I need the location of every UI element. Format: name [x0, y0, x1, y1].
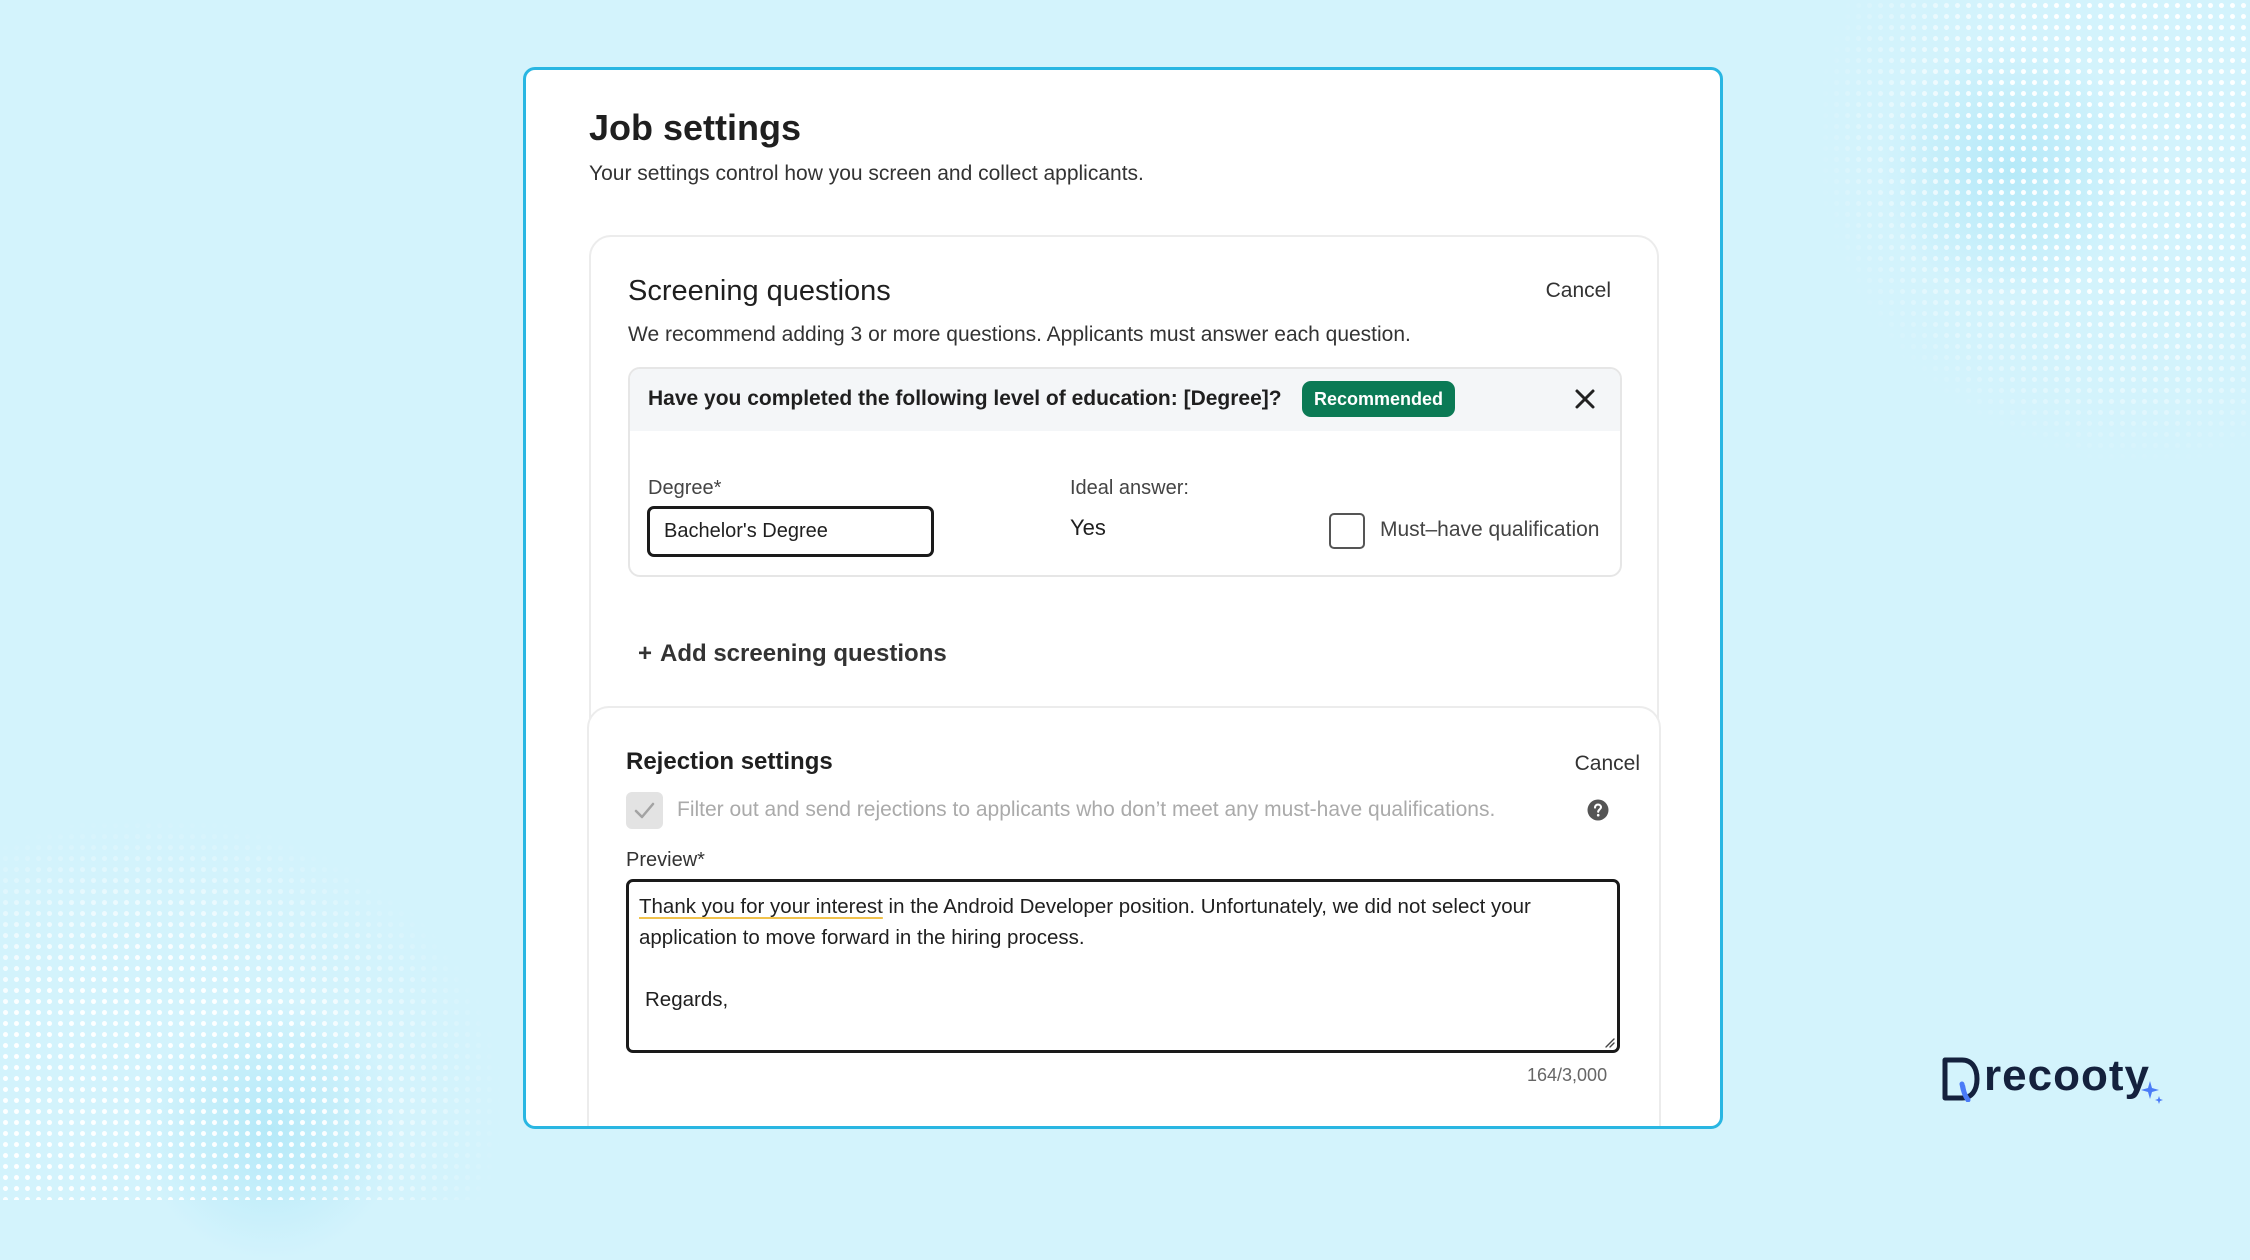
page-subtitle: Your settings control how you screen and… — [589, 162, 1144, 185]
page-title: Job settings — [589, 107, 802, 148]
question-text: Have you completed the following level o… — [648, 387, 1282, 410]
preview-underlined-text: Thank you for your interest — [639, 895, 883, 918]
rejection-preview-textarea[interactable]: Thank you for your interest in the Andro… — [626, 879, 1620, 1053]
rejection-cancel-button[interactable]: Cancel — [1575, 752, 1640, 776]
add-screening-questions-button[interactable]: + Add screening questions — [638, 640, 947, 668]
filter-rejections-checkbox[interactable] — [626, 792, 663, 829]
recooty-logo: recooty — [1940, 1050, 2170, 1110]
background-dot-pattern — [1820, 0, 2250, 460]
background-glow — [140, 1000, 400, 1260]
character-count: 164/3,000 — [1527, 1065, 1608, 1085]
background-glow — [1880, 40, 2140, 300]
logo-text: recooty — [1984, 1051, 2150, 1100]
add-screening-questions-label: Add screening questions — [660, 640, 947, 667]
preview-label: Preview* — [626, 849, 705, 871]
degree-label: Degree* — [648, 477, 722, 499]
checkmark-icon — [634, 802, 655, 819]
job-settings-card: Job settings Your settings control how y… — [523, 67, 1723, 1129]
recommended-badge: Recommended — [1302, 381, 1456, 417]
plus-icon: + — [638, 640, 653, 667]
preview-message-body: Thank you for your interest in the Andro… — [639, 891, 1607, 953]
preview-regards: Regards, — [645, 988, 729, 1011]
rejection-settings-title: Rejection settings — [626, 748, 833, 775]
ideal-answer-value[interactable]: Yes — [1070, 515, 1106, 541]
must-have-label[interactable]: Must–have qualification — [1380, 518, 1599, 542]
screening-question-card: Have you completed the following level o… — [628, 367, 1622, 577]
help-icon[interactable] — [1587, 799, 1609, 821]
degree-input[interactable] — [647, 506, 934, 557]
must-have-checkbox[interactable] — [1329, 513, 1365, 549]
close-icon[interactable] — [1572, 386, 1598, 412]
rejection-settings-section: Rejection settings Cancel Filter out and… — [587, 706, 1661, 1126]
logo-mark-icon — [1942, 1057, 1980, 1102]
background-dot-pattern — [0, 820, 500, 1200]
screening-questions-title: Screening questions — [628, 275, 891, 307]
sparkle-icon — [2141, 1081, 2163, 1104]
screening-cancel-button[interactable]: Cancel — [1546, 279, 1611, 303]
ideal-answer-label: Ideal answer: — [1070, 477, 1189, 499]
screening-questions-description: We recommend adding 3 or more questions.… — [628, 323, 1411, 346]
resize-handle-icon[interactable] — [1603, 1036, 1615, 1048]
question-header: Have you completed the following level o… — [630, 369, 1620, 431]
filter-rejections-label: Filter out and send rejections to applic… — [677, 798, 1496, 821]
